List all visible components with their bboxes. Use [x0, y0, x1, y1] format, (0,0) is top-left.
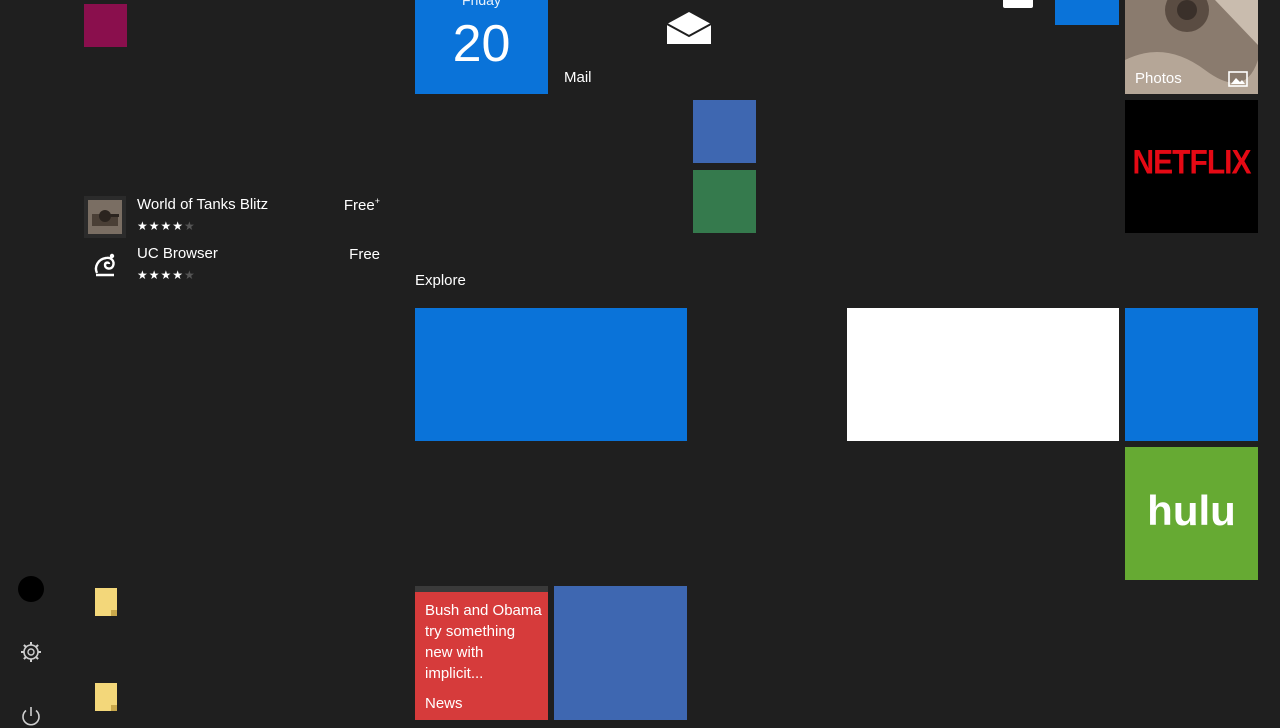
app-list-item[interactable]: UC Browser ★★★★★ Free — [84, 245, 384, 289]
app-tile-medium[interactable] — [554, 586, 687, 720]
mail-icon[interactable] — [665, 10, 713, 46]
image-icon — [1228, 71, 1248, 87]
rating-stars: ★★★★★ — [137, 219, 196, 233]
rating-stars: ★★★★★ — [137, 268, 196, 282]
app-tile-small[interactable] — [693, 100, 756, 163]
calendar-day: Friday — [462, 0, 501, 8]
tank-icon — [84, 196, 126, 238]
sticky-notes-icon[interactable] — [95, 683, 117, 711]
app-price: Free — [349, 246, 380, 263]
hulu-logo: hulu — [1147, 487, 1236, 534]
app-tile-wide[interactable] — [847, 308, 1119, 441]
news-image-strip — [415, 586, 548, 592]
squirrel-icon — [84, 245, 126, 287]
news-headline: Bush and Obama try something new with im… — [425, 602, 542, 682]
app-tile-wide[interactable] — [415, 308, 687, 441]
app-name: World of Tanks Blitz — [137, 196, 269, 213]
gear-icon[interactable] — [19, 640, 43, 664]
news-tile[interactable]: Bush and Obama try something new with im… — [415, 586, 548, 720]
app-name: UC Browser — [137, 245, 218, 262]
photos-tile-label: Photos — [1135, 70, 1182, 87]
power-icon[interactable] — [19, 704, 43, 728]
app-tile-small[interactable] — [693, 170, 756, 233]
calendar-tile[interactable]: Friday 20 — [415, 0, 548, 94]
app-price: Free+ — [343, 196, 380, 214]
netflix-logo: NETFLIX — [1132, 143, 1252, 182]
hulu-tile[interactable]: hulu — [1125, 447, 1258, 580]
netflix-tile[interactable]: NETFLIX — [1125, 100, 1258, 233]
app-list-item[interactable]: World of Tanks Blitz ★★★★★ Free+ — [84, 196, 384, 240]
app-tile-icon[interactable] — [84, 4, 127, 47]
app-tile-partial[interactable] — [1003, 0, 1033, 8]
app-tile-medium[interactable] — [1125, 308, 1258, 441]
app-tile-partial[interactable] — [1055, 0, 1119, 25]
group-header-explore[interactable]: Explore — [415, 272, 466, 289]
user-avatar-icon[interactable] — [18, 576, 44, 602]
calendar-date: 20 — [452, 15, 511, 73]
mail-tile-label[interactable]: Mail — [564, 69, 592, 86]
sticky-notes-icon[interactable] — [95, 588, 117, 616]
news-tile-label: News — [425, 695, 463, 712]
photos-tile[interactable]: Photos — [1125, 0, 1258, 94]
